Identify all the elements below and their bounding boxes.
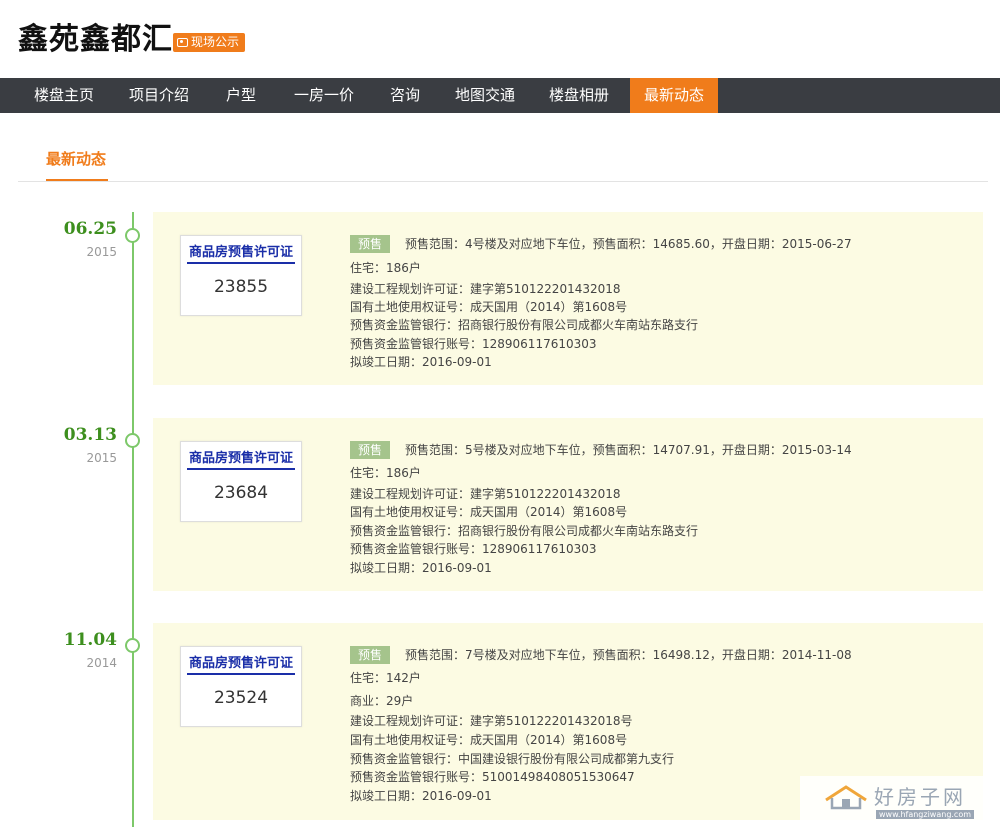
- permit-number: 23684: [213, 483, 269, 503]
- detail-line: 国有土地使用权证号：成天国用（2014）第1608号: [350, 505, 628, 519]
- timeline-node: [125, 638, 140, 653]
- house-icon: [825, 785, 867, 810]
- presale-tag: 预售: [350, 646, 390, 664]
- live-badge[interactable]: 现场公示: [173, 33, 246, 52]
- watermark-text: 好房子网: [874, 785, 966, 809]
- live-badge-label: 现场公示: [191, 35, 240, 49]
- entry-year: 2015: [86, 451, 117, 465]
- presale-summary: 预售范围：7号楼及对应地下车位，预售面积：16498.12，开盘日期：2014-…: [405, 648, 852, 662]
- main-nav: 楼盘主页 项目介绍 户型 一房一价 咨询 地图交通 楼盘相册 最新动态: [0, 78, 1000, 113]
- permit-divider: [187, 468, 295, 470]
- entry-date: 06.25: [63, 219, 117, 239]
- nav-item-map[interactable]: 地图交通: [445, 78, 525, 113]
- presale-permit[interactable]: 商品房预售许可证 23524: [180, 646, 302, 727]
- section-divider: [18, 181, 988, 182]
- timeline-node: [125, 433, 140, 448]
- nav-item-consult[interactable]: 咨询: [377, 78, 433, 113]
- detail-line: 预售资金监管银行：中国建设银行股份有限公司成都第九支行: [350, 752, 675, 766]
- camera-icon: [177, 38, 188, 47]
- presale-tag: 预售: [350, 441, 390, 459]
- entry-year: 2015: [86, 245, 117, 259]
- detail-line: 国有土地使用权证号：成天国用（2014）第1608号: [350, 733, 628, 747]
- presale-permit[interactable]: 商品房预售许可证 23684: [180, 441, 302, 522]
- detail-line: 建设工程规划许可证：建字第510122201432018: [350, 282, 621, 296]
- detail-line: 住宅：142户: [350, 671, 421, 685]
- detail-line: 拟竣工日期：2016-09-01: [350, 355, 492, 369]
- detail-line: 商业：29户: [350, 694, 414, 708]
- timeline-line: [132, 212, 134, 827]
- watermark-url: www.hfangziwang.com: [876, 810, 975, 819]
- detail-line: 住宅：186户: [350, 261, 421, 275]
- permit-number: 23524: [213, 688, 269, 708]
- permit-number: 23855: [213, 277, 269, 297]
- presale-tag: 预售: [350, 235, 390, 253]
- nav-item-floor-plans[interactable]: 户型: [212, 78, 270, 113]
- detail-line: 预售资金监管银行账号：128906117610303: [350, 337, 597, 351]
- project-title: 鑫苑鑫都汇: [18, 22, 173, 57]
- presale-summary: 预售范围：5号楼及对应地下车位，预售面积：14707.91，开盘日期：2015-…: [405, 443, 852, 457]
- permit-divider: [187, 262, 295, 264]
- nav-item-project-intro[interactable]: 项目介绍: [119, 78, 199, 113]
- detail-line: 建设工程规划许可证：建字第510122201432018: [350, 487, 621, 501]
- header: 鑫苑鑫都汇 现场公示: [0, 0, 1000, 78]
- detail-line: 预售资金监管银行：招商银行股份有限公司成都火车南站东路支行: [350, 318, 699, 332]
- presale-summary: 预售范围：4号楼及对应地下车位，预售面积：14685.60，开盘日期：2015-…: [405, 237, 852, 251]
- timeline-node: [125, 228, 140, 243]
- detail-line: 预售资金监管银行账号：51001498408051530647: [350, 770, 635, 784]
- tab-latest-news[interactable]: 最新动态: [46, 148, 106, 169]
- watermark-logo: 好房子网 www.hfangziwang.com: [800, 776, 990, 824]
- detail-line: 拟竣工日期：2016-09-01: [350, 789, 492, 803]
- detail-line: 国有土地使用权证号：成天国用（2014）第1608号: [350, 300, 628, 314]
- entry-year: 2014: [86, 656, 117, 670]
- page: 鑫苑鑫都汇 现场公示 楼盘主页 项目介绍 户型 一房一价 咨询 地图交通 楼盘相…: [0, 0, 1000, 827]
- detail-line: 建设工程规划许可证：建字第510122201432018号: [350, 714, 633, 728]
- news-card: 商品房预售许可证 23855 预售 预售范围：4号楼及对应地下车位，预售面积：1…: [153, 212, 983, 385]
- nav-item-latest-news[interactable]: 最新动态: [630, 78, 718, 113]
- permit-divider: [187, 673, 295, 675]
- detail-line: 预售资金监管银行账号：128906117610303: [350, 542, 597, 556]
- presale-permit[interactable]: 商品房预售许可证 23855: [180, 235, 302, 316]
- nav-item-unit-prices[interactable]: 一房一价: [284, 78, 364, 113]
- permit-title: 商品房预售许可证: [188, 451, 293, 466]
- entry-date: 11.04: [63, 630, 117, 650]
- permit-title: 商品房预售许可证: [188, 656, 293, 671]
- news-card: 商品房预售许可证 23684 预售 预售范围：5号楼及对应地下车位，预售面积：1…: [153, 418, 983, 591]
- nav-item-home[interactable]: 楼盘主页: [24, 78, 104, 113]
- nav-item-album[interactable]: 楼盘相册: [539, 78, 619, 113]
- detail-line: 预售资金监管银行：招商银行股份有限公司成都火车南站东路支行: [350, 524, 699, 538]
- permit-title: 商品房预售许可证: [188, 245, 293, 260]
- detail-line: 拟竣工日期：2016-09-01: [350, 561, 492, 575]
- entry-date: 03.13: [63, 425, 117, 445]
- detail-line: 住宅：186户: [350, 466, 421, 480]
